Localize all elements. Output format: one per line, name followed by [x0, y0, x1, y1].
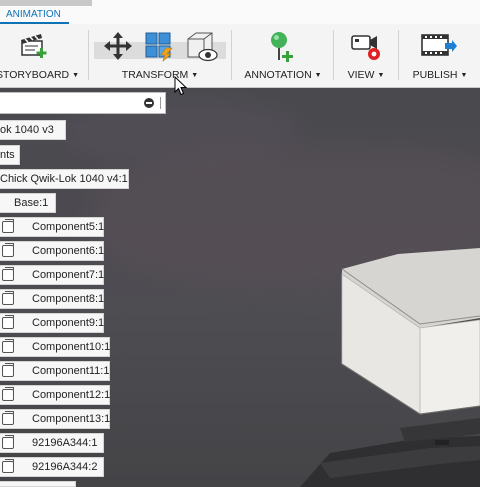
explode-components-icon: [145, 32, 173, 62]
tree-item-component[interactable]: Component12:1: [0, 385, 110, 405]
tree-item-component[interactable]: Component11:1: [0, 361, 110, 381]
group-transform[interactable]: TRANSFORM ▼: [94, 26, 226, 86]
tree-node-root[interactable]: ok 1040 v3: [0, 120, 66, 140]
toolbar-ribbon: ANIMATION STORYBOARD ▼ TRANSFORM ▼ ANNOT…: [0, 0, 480, 88]
tab-strip-bar: [0, 0, 92, 6]
component-icon: [2, 435, 14, 449]
annotation-pin-icon: [271, 32, 293, 62]
tree-item-partial[interactable]: [0, 481, 76, 487]
camera-record-icon: [351, 35, 380, 60]
annotation-label: ANNOTATION ▼: [244, 69, 322, 81]
tree-item-component[interactable]: Component9:1: [0, 313, 104, 333]
bolt-hole: [435, 440, 449, 445]
storyboard-icon: [21, 34, 47, 58]
publish-film-icon: [421, 34, 457, 56]
group-storyboard[interactable]: STORYBOARD ▼: [0, 26, 80, 86]
divider: [88, 30, 89, 80]
tree-item-component[interactable]: Component7:1: [0, 265, 104, 285]
group-annotation[interactable]: ANNOTATION ▼: [238, 26, 328, 86]
group-publish[interactable]: PUBLISH ▼: [405, 26, 475, 86]
component-icon: [2, 459, 14, 473]
component-icon: [2, 243, 14, 257]
component-icon: [2, 315, 14, 329]
tree-item-component[interactable]: Component5:1: [0, 217, 104, 237]
tree-node-base[interactable]: Base:1: [0, 193, 56, 213]
tree-item-component[interactable]: 92196A344:2: [0, 457, 104, 477]
group-view[interactable]: VIEW ▼: [340, 26, 392, 86]
tree-item-component[interactable]: Component13:1: [0, 409, 110, 429]
component-icon: [2, 267, 14, 281]
view-label: VIEW ▼: [347, 69, 385, 81]
tree-node-components[interactable]: nts: [0, 145, 20, 165]
tree-node-assembly[interactable]: Chick Qwik-Lok 1040 v4:1: [0, 169, 129, 189]
mouse-pointer-icon: [174, 76, 188, 96]
divider: [398, 30, 399, 80]
component-icon: [2, 387, 14, 401]
component-icon: [2, 291, 14, 305]
publish-label: PUBLISH ▼: [412, 69, 468, 81]
tree-item-component[interactable]: Component6:1: [0, 241, 104, 261]
divider: [231, 30, 232, 80]
visibility-icon: [187, 32, 218, 62]
browser-search-field[interactable]: [0, 92, 166, 114]
tab-strip: ANIMATION: [0, 0, 480, 24]
component-icon: [2, 363, 14, 377]
tree-item-component[interactable]: Component10:1: [0, 337, 110, 357]
storyboard-label: STORYBOARD ▼: [0, 69, 80, 81]
component-icon: [2, 411, 14, 425]
transform-label: TRANSFORM ▼: [121, 69, 199, 81]
component-icon: [2, 339, 14, 353]
move-icon: [104, 32, 132, 60]
tab-animation[interactable]: ANIMATION: [0, 8, 69, 24]
block-side-face: [419, 319, 480, 415]
tree-item-component[interactable]: 92196A344:1: [0, 433, 104, 453]
tree-item-component[interactable]: Component8:1: [0, 289, 104, 309]
ribbon-groups: STORYBOARD ▼ TRANSFORM ▼ ANNOTATION ▼ VI…: [0, 26, 480, 86]
search-divider: [160, 97, 161, 109]
component-icon: [2, 219, 14, 233]
clear-search-icon[interactable]: [144, 98, 154, 108]
divider: [333, 30, 334, 80]
